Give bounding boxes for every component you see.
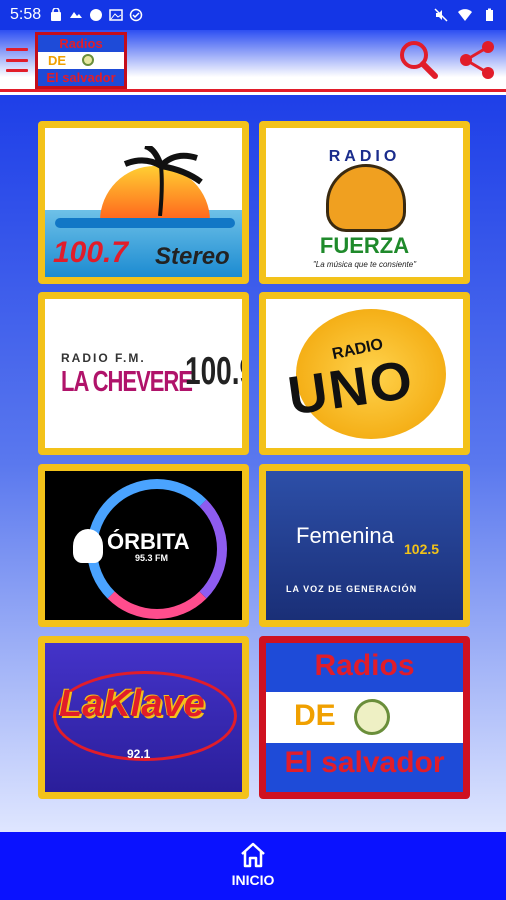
- menu-button[interactable]: [6, 46, 28, 74]
- station-name: LaKlave: [59, 683, 205, 725]
- station-subname: Stereo: [155, 243, 230, 270]
- app-bar: Radios DE El salvador: [0, 30, 506, 92]
- station-name-line3: El salvador: [284, 746, 445, 779]
- app-logo-line3: El salvador: [46, 70, 116, 85]
- station-name: Femenina: [296, 523, 394, 548]
- station-prefix: RADIO F.M.: [61, 351, 146, 365]
- palm-tree-icon: [123, 146, 203, 216]
- station-tile-radios-de-el-salvador[interactable]: Radios DE El salvador: [259, 636, 470, 799]
- status-time: 5:58: [10, 6, 42, 23]
- station-grid: 100.7 Stereo RADIO FUERZA "La música que…: [0, 95, 506, 832]
- nav-item-label: INICIO: [231, 872, 275, 888]
- share-icon[interactable]: [456, 38, 500, 82]
- app-logo: Radios DE El salvador: [35, 32, 127, 89]
- station-tagline: LA VOZ DE GENERACIÓN: [286, 584, 418, 594]
- station-tile-femenina[interactable]: Femenina 102.5 LA VOZ DE GENERACIÓN: [259, 464, 470, 627]
- station-logo: 100.7 Stereo: [45, 128, 242, 277]
- station-frequency: 92.1: [127, 747, 151, 761]
- home-icon: [241, 842, 265, 868]
- wave-graphic: [55, 218, 235, 228]
- station-tile-la-chevere[interactable]: RADIO F.M. LA CHEVERE 100.9: [38, 292, 249, 455]
- app-logo-line2: DE: [48, 53, 67, 68]
- search-icon[interactable]: [396, 38, 440, 82]
- station-name-line2: DE: [294, 699, 336, 732]
- station-tile-100-7-stereo[interactable]: 100.7 Stereo: [38, 121, 249, 284]
- menu-icon-bar: [6, 69, 28, 72]
- check-circle-icon: [129, 8, 143, 22]
- station-name: 100.7: [53, 236, 129, 269]
- station-logo: RADIO FUERZA "La música que te consiente…: [266, 128, 463, 277]
- app-logo-line1: Radios: [59, 36, 103, 51]
- station-logo: LaKlave 92.1: [45, 643, 242, 792]
- game-controller-icon: [90, 9, 103, 21]
- coat-of-arms-icon: [354, 699, 390, 735]
- station-frequency: 95.3 FM: [135, 553, 169, 563]
- nav-item-inicio[interactable]: INICIO: [218, 842, 288, 894]
- status-left-icons: [49, 8, 143, 22]
- menu-icon-bar: [6, 58, 28, 62]
- station-name: FUERZA: [319, 233, 410, 258]
- station-frequency: 102.5: [404, 541, 440, 557]
- station-logo: Femenina 102.5 LA VOZ DE GENERACIÓN: [266, 471, 463, 620]
- status-right-icons: [434, 8, 496, 22]
- shopping-bag-icon: [51, 8, 62, 21]
- station-logo: Radios DE El salvador: [266, 643, 463, 792]
- station-frequency: 100.9: [185, 349, 242, 393]
- station-name: ÓRBITA: [107, 529, 190, 554]
- station-tile-radio-uno[interactable]: RADIO UNO: [259, 292, 470, 455]
- station-logo: RADIO UNO: [266, 299, 463, 448]
- station-logo: RADIO F.M. LA CHEVERE 100.9: [45, 299, 242, 448]
- bottom-nav: INICIO: [0, 832, 506, 900]
- mascot-icon: [326, 164, 406, 232]
- astronaut-icon: [73, 529, 103, 563]
- mute-icon: [434, 8, 448, 22]
- station-tile-radio-fuerza[interactable]: RADIO FUERZA "La música que te consiente…: [259, 121, 470, 284]
- status-bar: 5:58: [0, 0, 506, 30]
- station-name-line1: Radios: [314, 649, 415, 682]
- mode-icon: [70, 12, 83, 18]
- image-icon: [109, 9, 123, 21]
- station-name: LA CHEVERE: [61, 365, 193, 398]
- station-slogan: "La música que te consiente": [312, 260, 417, 269]
- station-tile-orbita[interactable]: ÓRBITA 95.3 FM: [38, 464, 249, 627]
- station-tile-la-klave[interactable]: LaKlave 92.1: [38, 636, 249, 799]
- station-logo: ÓRBITA 95.3 FM: [45, 471, 242, 620]
- battery-icon: [486, 8, 493, 21]
- wifi-icon: [458, 9, 472, 21]
- coat-of-arms-icon: [82, 54, 94, 66]
- menu-icon-bar: [6, 48, 28, 51]
